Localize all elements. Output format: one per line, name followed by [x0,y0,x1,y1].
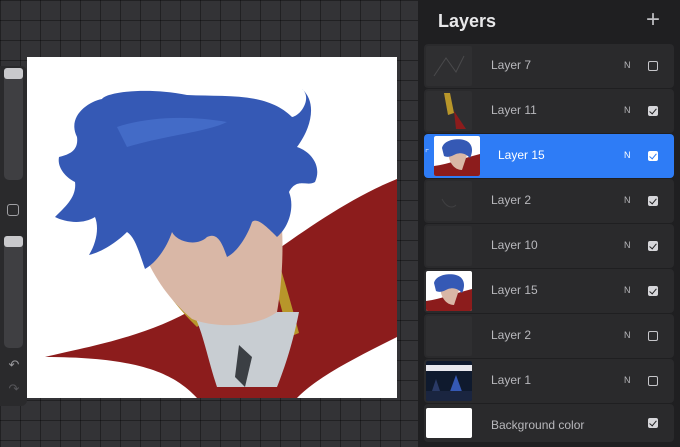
layer-row[interactable]: Layer 2 N [424,314,674,358]
blend-mode-button[interactable]: N [624,285,631,295]
blend-mode-button[interactable]: N [624,150,631,160]
visibility-checkbox[interactable] [648,241,658,251]
layer-name: Background color [491,418,585,432]
brush-sidebar: ↶ ↷ [0,66,27,406]
visibility-checkbox[interactable] [648,61,658,71]
layer-thumbnail [426,91,472,131]
undo-icon[interactable]: ↶ [6,358,22,372]
visibility-checkbox[interactable] [648,331,658,341]
layer-row[interactable]: Layer 2 N [424,179,674,223]
modify-button[interactable] [7,204,19,216]
blend-mode-button[interactable]: N [624,60,631,70]
blend-mode-button[interactable]: N [624,195,631,205]
layer-thumbnail [426,181,472,221]
layer-thumbnail [426,361,472,401]
visibility-checkbox[interactable] [648,376,658,386]
brush-opacity-thumb[interactable] [4,236,23,247]
visibility-checkbox[interactable] [648,418,658,428]
drawing-canvas[interactable] [27,57,397,398]
visibility-checkbox[interactable] [648,106,658,116]
layer-name: Layer 2 [491,328,532,342]
layer-name: Layer 15 [498,148,545,162]
layer-name: Layer 7 [491,58,532,72]
layer-thumbnail [426,46,472,86]
plus-icon[interactable]: + [644,8,662,32]
layer-name: Layer 10 [491,238,538,252]
blend-mode-button[interactable]: N [624,105,631,115]
artwork [45,89,397,398]
panel-title: Layers [438,11,497,31]
layer-thumbnail [426,226,472,266]
brush-opacity-slider[interactable] [4,236,23,348]
layer-thumbnail [426,271,472,311]
layer-row[interactable]: Layer 10 N [424,224,674,268]
layer-name: Layer 2 [491,193,532,207]
blend-mode-button[interactable]: N [624,375,631,385]
layer-row[interactable]: Layer 7 N [424,44,674,88]
brush-size-slider[interactable] [4,68,23,180]
layer-name: Layer 1 [491,373,532,387]
clipping-mask-icon: ⌜ [425,148,430,158]
redo-icon[interactable]: ↷ [6,382,22,396]
visibility-checkbox[interactable] [648,196,658,206]
layer-row[interactable]: Layer 15 N [424,269,674,313]
background-color-swatch[interactable] [426,408,472,438]
layer-thumbnail [434,136,480,176]
layer-thumbnail [426,316,472,356]
background-layer-row[interactable]: Background color [424,404,674,442]
visibility-checkbox[interactable] [648,151,658,161]
blend-mode-button[interactable]: N [624,240,631,250]
layer-row[interactable]: Layer 1 N [424,359,674,403]
layer-name: Layer 15 [491,283,538,297]
brush-size-thumb[interactable] [4,68,23,79]
layer-name: Layer 11 [491,103,537,117]
blend-mode-button[interactable]: N [624,330,631,340]
layers-panel: Layers + Layer 7 N Layer 11 N ⌜ Layer 15… [418,0,680,447]
layer-row[interactable]: Layer 11 N [424,89,674,133]
layer-list: Layer 7 N Layer 11 N ⌜ Layer 15 N Layer … [418,44,680,443]
visibility-checkbox[interactable] [648,286,658,296]
layer-row-selected[interactable]: ⌜ Layer 15 N [424,134,674,178]
